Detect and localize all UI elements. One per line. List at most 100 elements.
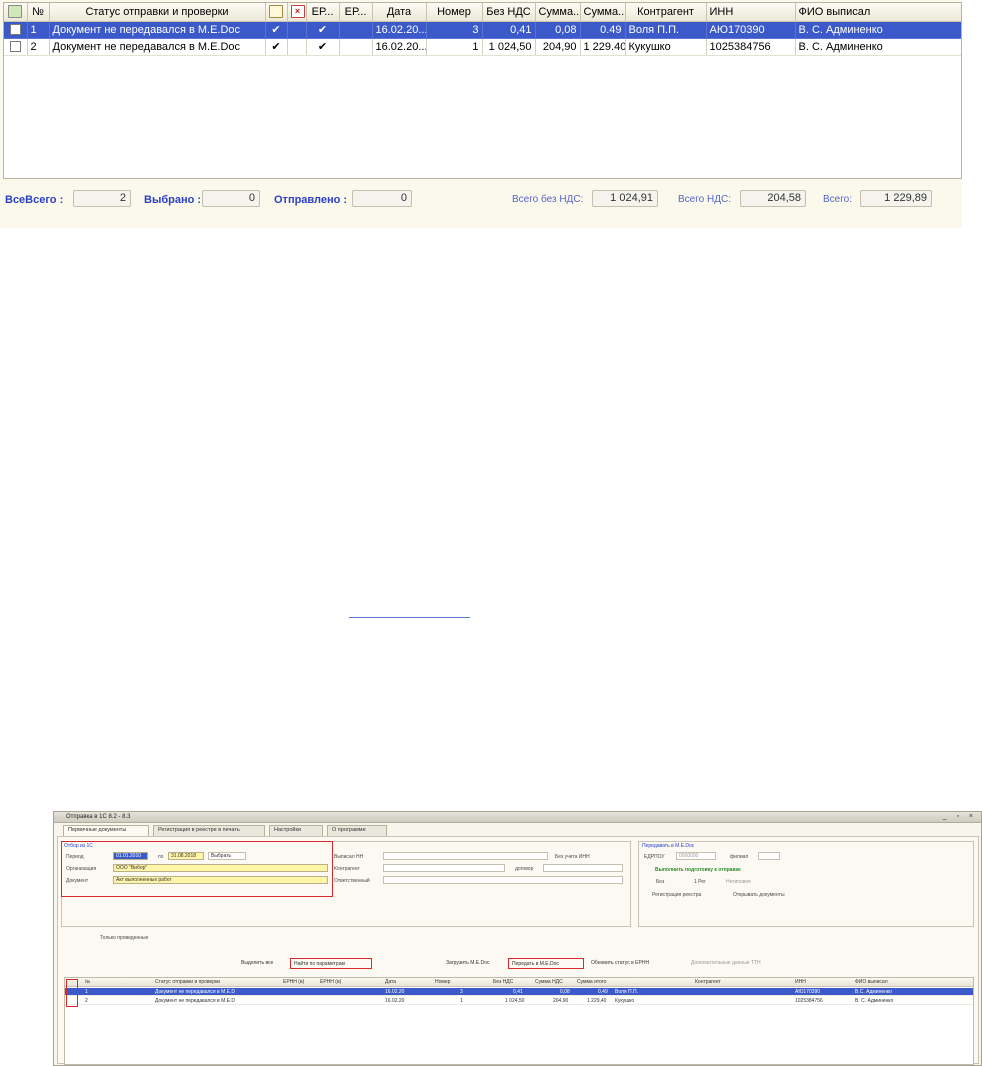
mini-col-er2[interactable]: ЕРНН (в) [320, 979, 341, 985]
row-vat: 0,08 [535, 21, 581, 39]
all-count-label: ВсеВсего : [5, 194, 64, 206]
period-from-field[interactable]: 01.01.2010 [113, 852, 148, 860]
col-num[interactable]: № [27, 3, 50, 22]
total-no-vat-field: 1 024,91 [592, 190, 658, 207]
col-issued-by[interactable]: ФИО выписал [795, 3, 961, 22]
col-doc-icon[interactable] [265, 3, 288, 22]
table-row[interactable]: 2 Документ не передавался в M.E.D 16.02.… [65, 997, 973, 1005]
totals-bar: ВсеВсего : 2 Выбрано : 0 Отправлено : 0 … [0, 188, 962, 212]
choose-period-button[interactable]: Выбрать [208, 852, 246, 860]
counterparty-field[interactable] [383, 864, 505, 872]
document-icon[interactable] [269, 5, 283, 19]
branch-field[interactable] [758, 852, 780, 860]
mini-col-issued[interactable]: ФИО выписал [855, 979, 888, 985]
update-status-button[interactable]: Обновить статус в ЕРНН [588, 958, 652, 969]
selected-count-label: Выбрано : [144, 194, 202, 206]
counterparty-label: Контрагент [334, 866, 360, 872]
ready-status-text: Выполнить подготовку к отправке [655, 867, 741, 873]
edrpou-field[interactable]: 0000000 [676, 852, 716, 860]
contract-field[interactable] [543, 864, 623, 872]
mini-col-counterparty[interactable]: Контрагент [695, 979, 721, 985]
register-checkbox[interactable]: Регистрация реестра [652, 892, 701, 898]
row-counterparty: Кукушко [625, 38, 707, 56]
mini-col-vat[interactable]: Сумма НДС [535, 979, 563, 985]
row-checkbox[interactable] [9, 41, 21, 53]
row-inn: АЮ170390 [706, 21, 796, 39]
grid-toolbar: Выделить все Найти по параметрам Загрузи… [238, 958, 978, 970]
col-total-sum[interactable]: Сумма... [580, 3, 626, 22]
mini-grid-header: № Статус отправки и проверки ЕРНН (в) ЕР… [65, 978, 973, 987]
tab-primary-docs[interactable]: Первичные документы [63, 825, 149, 836]
option-reg[interactable]: 1 Рег [694, 879, 706, 885]
mini-row-inn: 1025384756 [795, 998, 823, 1004]
only-posted-checkbox[interactable]: Только проведенные [100, 935, 148, 941]
org-field[interactable]: ООО "Вибор" [113, 864, 328, 872]
row-issued-by: В. С. Админенко [795, 21, 961, 39]
row-er2 [339, 21, 373, 39]
col-status[interactable]: Статус отправки и проверки [49, 3, 266, 22]
row-num: 1 [27, 21, 50, 39]
row-number: 3 [426, 21, 483, 39]
row-total: 1 229.40 [580, 38, 626, 56]
row-empty-cell [287, 38, 307, 56]
window-title: Отправка в 1С 8.2 - 8.3 [66, 814, 131, 820]
send-medoc-button[interactable]: Передать в M.E.Doc [508, 958, 584, 969]
extra-ttn-button[interactable]: Дополнительные данные ТТН [688, 958, 764, 969]
tab-about[interactable]: О программе [327, 825, 387, 836]
responsible-label: Ответственный [334, 878, 370, 884]
option-nonstandard[interactable]: Нетиповое [726, 879, 751, 885]
open-docs-checkbox[interactable]: Открывать документы [733, 892, 785, 898]
row-er2 [339, 38, 373, 56]
grand-total-field: 1 229,89 [860, 190, 932, 207]
tab-settings[interactable]: Настройки [269, 825, 323, 836]
mini-col-er1[interactable]: ЕРНН (в) [283, 979, 304, 985]
total-vat-field: 204,58 [740, 190, 806, 207]
row-checkbox[interactable] [9, 24, 21, 36]
mini-row-counterparty: Воля П.П. [615, 989, 638, 995]
col-inn[interactable]: ИНН [706, 3, 796, 22]
doc-type-field[interactable]: Акт выполненных работ [113, 876, 328, 884]
select-all-button[interactable]: Выделить все [238, 958, 276, 969]
col-counterparty[interactable]: Контрагент [625, 3, 707, 22]
col-er2[interactable]: ЕР... [339, 3, 373, 22]
issued-field[interactable] [383, 852, 548, 860]
table-row[interactable]: 2 Документ не передавался в M.E.Doc ✔ ✔ … [4, 38, 961, 56]
delete-icon[interactable]: × [290, 5, 305, 19]
tab-register[interactable]: Регистрация в реестре в печать [153, 825, 265, 836]
responsible-field[interactable] [383, 876, 623, 884]
col-no-vat[interactable]: Без НДС [482, 3, 536, 22]
no-inn-label[interactable]: Без учета ИНН [555, 854, 590, 860]
table-row[interactable]: 1 Документ не передавался в M.E.D 16.02.… [65, 988, 973, 996]
col-number[interactable]: Номер [426, 3, 483, 22]
org-label: Организация [66, 866, 97, 872]
col-vat-sum[interactable]: Сумма... [535, 3, 581, 22]
col-er1[interactable]: ЕР... [306, 3, 340, 22]
upload-medoc-button[interactable]: Загрузить М.Е.Doc [443, 958, 492, 969]
table-row[interactable]: 1 Документ не передавался в M.E.Doc ✔ ✔ … [4, 21, 961, 39]
mini-col-status[interactable]: Статус отправки и проверки [155, 979, 220, 985]
mini-row-date: 16.02.20 [385, 989, 405, 995]
row-num: 2 [27, 38, 50, 56]
mini-col-number[interactable]: Номер [435, 979, 450, 985]
window-controls[interactable]: _ ▫ × [943, 813, 977, 820]
row-date: 16.02.20... [372, 38, 427, 56]
option-without[interactable]: Без [656, 879, 664, 885]
mini-col-inn[interactable]: ИНН [795, 979, 806, 985]
mini-documents-grid[interactable]: № Статус отправки и проверки ЕРНН (в) ЕР… [64, 977, 974, 1065]
row-status: Документ не передавался в M.E.Doc [49, 38, 266, 56]
documents-grid[interactable]: № Статус отправки и проверки × ЕР... ЕР.… [3, 2, 962, 179]
col-date[interactable]: Дата [372, 3, 427, 22]
col-delete-icon[interactable]: × [287, 3, 307, 22]
mini-col-no-vat[interactable]: Без НДС [493, 979, 513, 985]
row-er1: ✔ [306, 38, 340, 56]
mini-col-date[interactable]: Дата [385, 979, 396, 985]
row-er1: ✔ [306, 21, 340, 39]
col-select-all[interactable] [4, 3, 28, 22]
mini-col-num[interactable]: № [85, 979, 90, 985]
period-to-field[interactable]: 31.08.2018 [168, 852, 204, 860]
find-params-button[interactable]: Найти по параметрам [290, 958, 372, 969]
select-all-icon[interactable] [8, 5, 23, 19]
mini-col-total[interactable]: Сумма итого [577, 979, 606, 985]
sent-count-field: 0 [352, 190, 412, 207]
mini-row-num: 1 [85, 989, 88, 995]
